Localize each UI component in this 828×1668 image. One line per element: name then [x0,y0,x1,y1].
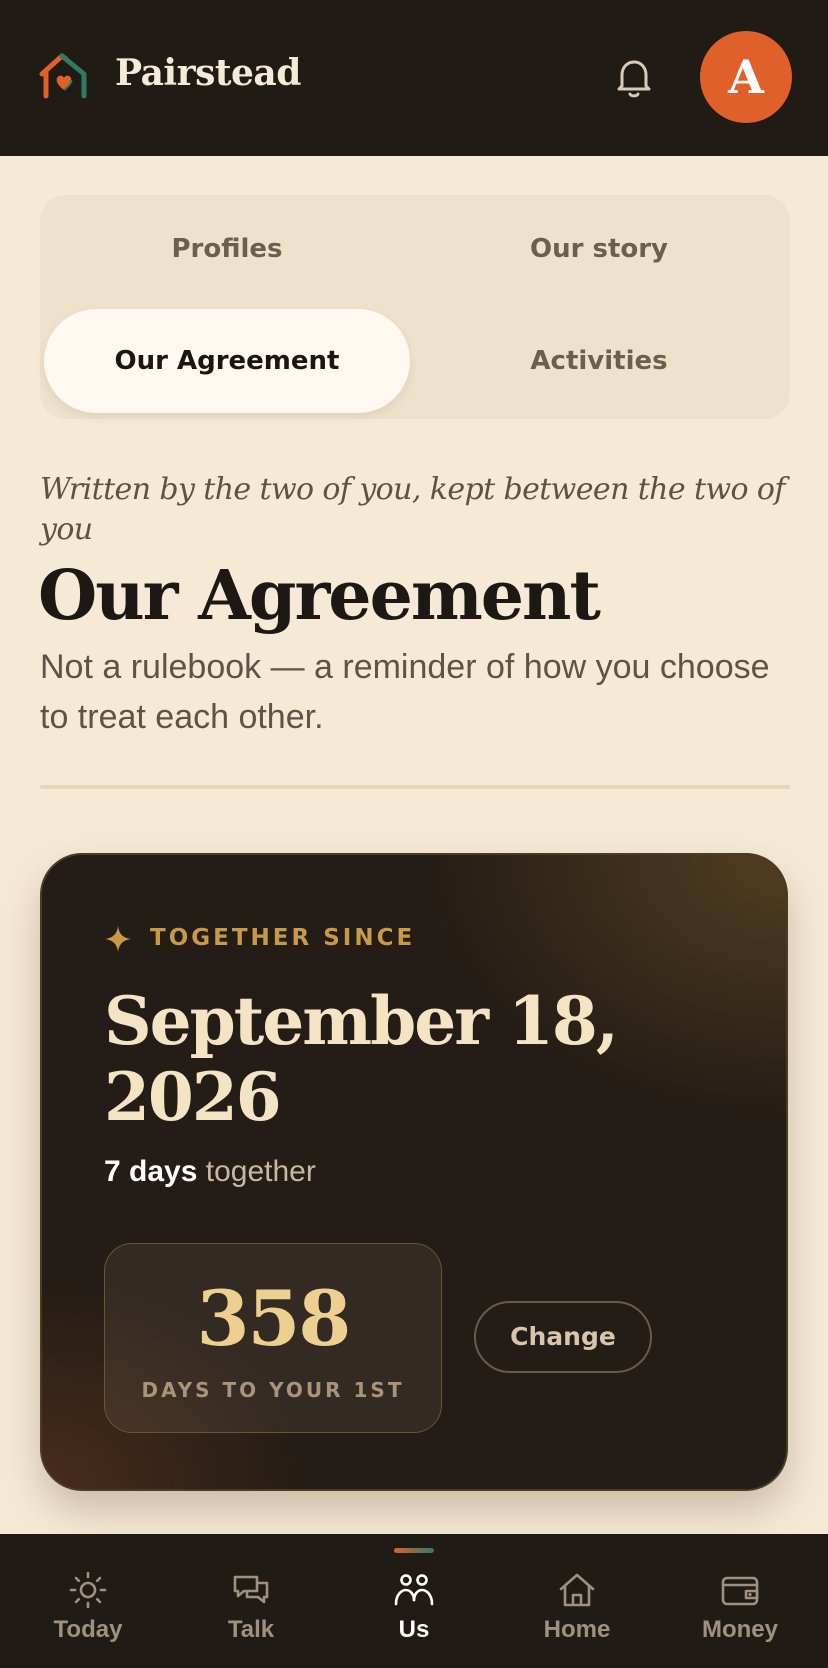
nav-item-today[interactable]: Today [5,1534,171,1668]
app-header: Pairstead A [0,0,828,156]
nav-item-home[interactable]: Home [494,1534,660,1668]
page-title: Our Agreement [38,556,601,636]
chat-icon [233,1575,269,1604]
together-since-label: TOGETHER SINCE [150,925,416,951]
bottom-nav: Today Talk Us Home Money [0,1534,828,1668]
sun-icon [69,1571,107,1609]
bell-icon[interactable] [614,56,654,100]
anniversary-date: September 18, 2026 [104,982,619,1136]
nav-item-talk[interactable]: Talk [168,1534,334,1668]
countdown-box: 358 DAYS TO YOUR 1ST [104,1243,442,1433]
nav-label-talk: Talk [227,1616,275,1643]
nav-item-money[interactable]: Money [657,1534,823,1668]
days-together: 7 days together [104,1155,316,1189]
together-since-card: TOGETHER SINCE September 18, 2026 7 days… [40,853,788,1491]
wallet-icon [721,1576,759,1606]
tab-our-story[interactable]: Our story [416,197,782,301]
tab-our-agreement[interactable]: Our Agreement [44,309,410,413]
tab-activities[interactable]: Activities [416,309,782,413]
house-heart-logo-icon[interactable] [38,50,90,102]
app-title: Pairstead [115,52,301,94]
tab-profiles[interactable]: Profiles [44,197,410,301]
nav-label-money: Money [701,1616,778,1643]
page-eyebrow: Written by the two of you, kept between … [40,472,785,547]
page-subtitle: Not a rulebook — a reminder of how you c… [40,648,770,736]
countdown-number: 358 [196,1274,352,1363]
user-avatar[interactable]: A [700,31,792,123]
change-date-button[interactable]: Change [474,1301,652,1373]
days-together-suffix: together [205,1155,316,1188]
sparkle-icon [105,926,131,952]
nav-label-today: Today [53,1616,123,1643]
section-tabs: Profiles Our story Our Agreement Activit… [40,195,790,419]
countdown-label: DAYS TO YOUR 1ST [141,1378,405,1402]
nav-label-us: Us [398,1616,430,1643]
people-icon [394,1574,434,1606]
home-icon [559,1573,595,1607]
days-together-count: 7 days [104,1155,198,1188]
nav-item-us[interactable]: Us [331,1534,497,1668]
nav-label-home: Home [543,1616,611,1643]
section-divider [40,785,790,789]
